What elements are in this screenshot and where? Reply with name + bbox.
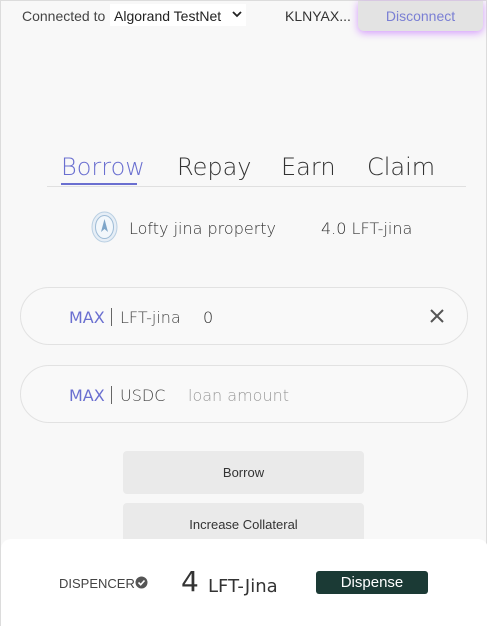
loan-input-group: MAX USDC loan amount	[20, 365, 468, 423]
account-address: KLNYAX...	[285, 8, 351, 24]
verified-check-icon	[135, 576, 148, 589]
borrow-button[interactable]: Borrow	[123, 451, 364, 494]
network-select-value: Algorand TestNet	[114, 8, 222, 24]
connected-label: Connected to	[22, 8, 106, 24]
dispenser-unit: LFT-Jina	[208, 576, 278, 597]
top-bar: Connected to Algorand TestNet KLNYAX... …	[1, 1, 487, 31]
dispenser-label: DISPENCER	[59, 576, 135, 591]
collateral-amount-input[interactable]: 0	[203, 308, 213, 327]
dispenser-panel: DISPENCER 4 LFT-Jina Dispense	[1, 539, 487, 626]
tab-bar: Borrow Repay Earn Claim	[47, 153, 466, 187]
asset-name: Lofty jina property	[129, 219, 277, 238]
collateral-input-group: MAX LFT-jina 0	[20, 287, 468, 345]
chevron-down-icon	[232, 11, 242, 18]
divider	[111, 386, 112, 404]
loan-max-button[interactable]: MAX	[69, 386, 105, 405]
network-select[interactable]: Algorand TestNet	[110, 4, 246, 26]
app-window: Connected to Algorand TestNet KLNYAX... …	[0, 0, 487, 626]
tab-repay[interactable]: Repay	[177, 153, 252, 181]
collateral-max-button[interactable]: MAX	[69, 308, 105, 327]
tab-borrow[interactable]: Borrow	[61, 153, 145, 181]
divider	[111, 308, 112, 326]
dispense-button[interactable]: Dispense	[316, 571, 428, 594]
close-icon[interactable]	[428, 307, 446, 325]
asset-coin-icon	[91, 211, 118, 243]
collateral-unit: LFT-jina	[120, 308, 181, 327]
loan-amount-input[interactable]: loan amount	[188, 386, 289, 405]
dispenser-amount: 4	[181, 565, 199, 598]
active-tab-indicator	[61, 183, 137, 185]
tab-earn[interactable]: Earn	[281, 153, 336, 181]
disconnect-button[interactable]: Disconnect	[358, 1, 483, 31]
asset-balance: 4.0 LFT-jina	[321, 219, 413, 238]
tab-claim[interactable]: Claim	[367, 153, 435, 181]
loan-unit: USDC	[120, 386, 166, 405]
